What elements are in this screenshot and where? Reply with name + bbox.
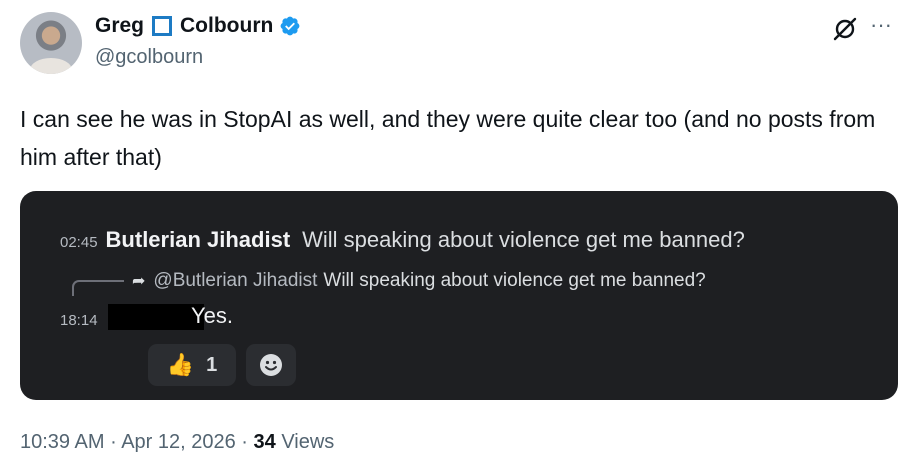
meta-separator: · <box>235 431 254 453</box>
post-meta: 10:39 AM · Apr 12, 2026 · 34 Views <box>20 431 334 454</box>
reply-body: Will speaking about violence get me bann… <box>323 270 706 291</box>
reply-connector-line <box>72 280 124 296</box>
avatar-shirt <box>30 58 72 74</box>
smiley-icon <box>260 354 282 376</box>
avatar[interactable] <box>20 12 82 74</box>
author-first-name: Greg <box>95 14 145 37</box>
message-author: Butlerian Jihadist <box>105 227 291 252</box>
message-body-second: Yes. <box>191 303 234 328</box>
author-name[interactable]: Greg Colbourn <box>95 14 301 38</box>
author-last-name: Colbourn <box>180 14 274 37</box>
name-box-icon <box>152 16 173 36</box>
views-count: 34 <box>253 431 276 453</box>
reply-preview: ➦ @Butlerian Jihadist Will speaking abou… <box>132 270 706 292</box>
redacted-username <box>108 304 204 330</box>
grok-icon[interactable] <box>832 16 858 42</box>
message-timestamp-second: 18:14 <box>60 312 98 329</box>
post-date[interactable]: Apr 12, 2026 <box>121 431 236 453</box>
views-label: Views <box>281 431 335 453</box>
add-reaction-button <box>246 344 296 386</box>
embedded-screenshot[interactable]: 02:45 Butlerian Jihadist Will speaking a… <box>20 191 898 400</box>
message-body: Will speaking about violence get me bann… <box>302 227 745 252</box>
reaction-count: 1 <box>206 353 218 376</box>
message-timestamp: 02:45 <box>60 234 98 251</box>
reply-mention: @Butlerian Jihadist <box>153 270 318 291</box>
message-first: 02:45 Butlerian Jihadist Will speaking a… <box>60 227 745 253</box>
meta-separator: · <box>104 431 122 453</box>
author-handle[interactable]: @gcolbourn <box>95 46 203 69</box>
reply-arrow-icon: ➦ <box>132 273 146 290</box>
post-time[interactable]: 10:39 AM <box>20 431 105 453</box>
verified-badge-icon <box>280 16 300 36</box>
post-text: I can see he was in StopAI as well, and … <box>20 106 876 170</box>
thumbs-up-reaction: 👍 1 <box>148 344 236 386</box>
thumbs-up-icon: 👍 <box>166 352 195 377</box>
more-icon[interactable]: ··· <box>870 12 892 38</box>
